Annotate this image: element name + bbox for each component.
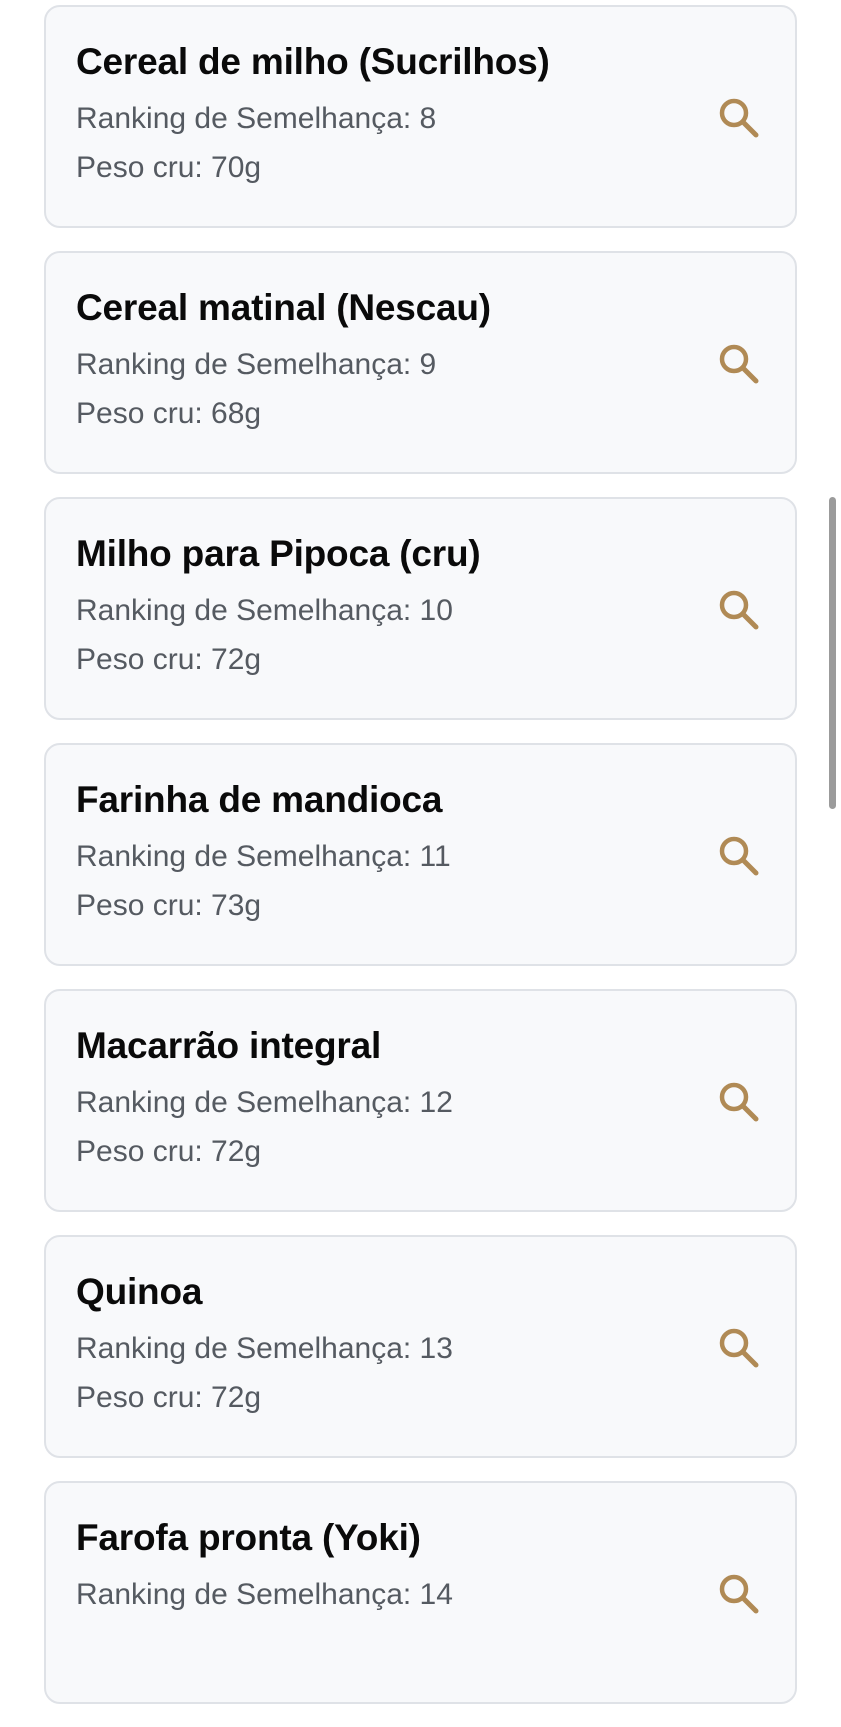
item-ranking: Ranking de Semelhança: 12	[76, 1086, 453, 1119]
search-button[interactable]	[716, 1325, 762, 1371]
search-icon	[719, 836, 759, 876]
item-weight: Peso cru: 72g	[76, 643, 262, 676]
search-icon	[719, 1574, 759, 1614]
item-weight: Peso cru: 73g	[76, 889, 262, 922]
list-item[interactable]: Quinoa Ranking de Semelhança: 13 Peso cr…	[44, 1235, 797, 1458]
list-item[interactable]: Cereal de milho (Sucrilhos) Ranking de S…	[44, 5, 797, 228]
search-icon	[719, 590, 759, 630]
item-ranking: Ranking de Semelhança: 9	[76, 348, 437, 381]
search-button[interactable]	[716, 587, 762, 633]
search-button[interactable]	[716, 341, 762, 387]
list-item[interactable]: Macarrão integral Ranking de Semelhança:…	[44, 989, 797, 1212]
search-icon	[719, 344, 759, 384]
search-button[interactable]	[716, 1571, 762, 1617]
search-button[interactable]	[716, 833, 762, 879]
item-title: Cereal de milho (Sucrilhos)	[76, 41, 550, 82]
scrollbar-thumb[interactable]	[829, 497, 836, 809]
item-ranking: Ranking de Semelhança: 11	[76, 840, 451, 873]
item-weight: Peso cru: 70g	[76, 151, 262, 184]
item-weight: Peso cru: 72g	[76, 1135, 262, 1168]
food-results-list: Cereal de milho (Sucrilhos) Ranking de S…	[44, 5, 797, 1727]
item-ranking: Ranking de Semelhança: 10	[76, 594, 453, 627]
list-item[interactable]: Milho para Pipoca (cru) Ranking de Semel…	[44, 497, 797, 720]
item-title: Milho para Pipoca (cru)	[76, 533, 481, 574]
item-title: Farofa pronta (Yoki)	[76, 1517, 421, 1558]
search-icon	[719, 98, 759, 138]
item-weight: Peso cru: 68g	[76, 397, 262, 430]
item-title: Farinha de mandioca	[76, 779, 443, 820]
list-item[interactable]: Farinha de mandioca Ranking de Semelhanç…	[44, 743, 797, 966]
search-icon	[719, 1328, 759, 1368]
item-weight: Peso cru: 72g	[76, 1381, 262, 1414]
search-button[interactable]	[716, 1079, 762, 1125]
item-title: Quinoa	[76, 1271, 203, 1312]
list-item[interactable]: Cereal matinal (Nescau) Ranking de Semel…	[44, 251, 797, 474]
item-title: Cereal matinal (Nescau)	[76, 287, 491, 328]
item-ranking: Ranking de Semelhança: 13	[76, 1332, 453, 1365]
search-icon	[719, 1082, 759, 1122]
item-ranking: Ranking de Semelhança: 14	[76, 1578, 453, 1611]
item-ranking: Ranking de Semelhança: 8	[76, 102, 437, 135]
item-title: Macarrão integral	[76, 1025, 382, 1066]
search-button[interactable]	[716, 95, 762, 141]
list-item[interactable]: Farofa pronta (Yoki) Ranking de Semelhan…	[44, 1481, 797, 1704]
